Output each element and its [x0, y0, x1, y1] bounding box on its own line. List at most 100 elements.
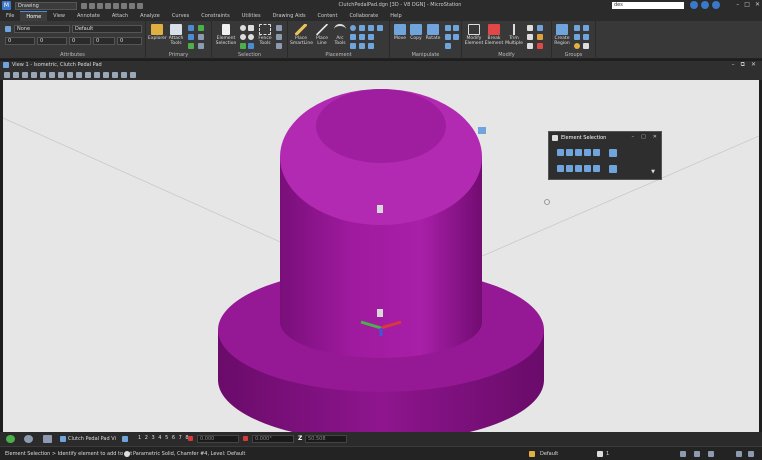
array-icon[interactable]: [445, 34, 451, 40]
fillet-icon[interactable]: [537, 25, 543, 31]
window-area-icon[interactable]: [49, 72, 55, 78]
polygon-icon[interactable]: [368, 25, 374, 31]
group-icon[interactable]: [574, 25, 580, 31]
priority-select[interactable]: 0: [69, 37, 91, 45]
undo-icon[interactable]: [113, 2, 119, 9]
individual-method-icon[interactable]: [557, 149, 564, 156]
shape-icon[interactable]: [359, 34, 365, 40]
expand-dialog-icon[interactable]: ▼: [651, 169, 655, 175]
tab-collaborate[interactable]: Collaborate: [343, 11, 384, 21]
key-icon[interactable]: [694, 451, 700, 457]
properties-icon[interactable]: [198, 34, 204, 40]
clear-mode-icon[interactable]: [593, 165, 600, 172]
extend-icon[interactable]: [527, 25, 533, 31]
tab-help[interactable]: Help: [384, 11, 407, 21]
mirror-icon[interactable]: [453, 25, 459, 31]
select-by-attr-icon[interactable]: [240, 34, 246, 40]
open-file-icon[interactable]: [89, 2, 95, 9]
workflow-select[interactable]: Drawing: [15, 1, 77, 10]
tab-home[interactable]: Home: [20, 11, 48, 21]
cell-icon[interactable]: [574, 34, 580, 40]
print-icon[interactable]: [129, 2, 135, 9]
fence-filter-icon[interactable]: [276, 43, 282, 49]
help-icon[interactable]: [701, 1, 709, 9]
references-icon[interactable]: [188, 25, 194, 31]
drop-element-icon[interactable]: [527, 43, 533, 49]
chamfer-icon[interactable]: [527, 34, 533, 40]
move-button[interactable]: Move: [392, 24, 408, 41]
view-previous-icon[interactable]: [85, 72, 91, 78]
tab-analyze[interactable]: Analyze: [134, 11, 166, 21]
break-element-button[interactable]: Break Element: [484, 24, 504, 46]
point-icon[interactable]: [377, 25, 383, 31]
trim-multiple-button[interactable]: Trim Multiple: [504, 24, 524, 46]
clip-mask-icon[interactable]: [121, 72, 127, 78]
rotate-button[interactable]: Rotate: [424, 24, 442, 41]
place-line-button[interactable]: Place Line: [313, 24, 331, 46]
view-restore-icon[interactable]: ⧉: [741, 61, 745, 69]
z-coordinate-field[interactable]: 50.508: [305, 435, 347, 443]
shape-method-icon[interactable]: [575, 149, 582, 156]
select-all-dialog-icon[interactable]: [609, 149, 617, 157]
circle-method-icon[interactable]: [584, 149, 591, 156]
curve-icon[interactable]: [368, 34, 374, 40]
place-smartline-button[interactable]: Place SmartLine: [290, 24, 313, 46]
copy-view-icon[interactable]: [103, 72, 109, 78]
view-next-icon[interactable]: [94, 72, 100, 78]
subtract-mode-icon[interactable]: [575, 165, 582, 172]
ellipse-icon[interactable]: [350, 34, 356, 40]
element-selection-button[interactable]: Element Selection: [214, 24, 238, 46]
block-icon[interactable]: [359, 25, 365, 31]
connect-icon[interactable]: [690, 1, 698, 9]
view-camera-icon[interactable]: [22, 72, 28, 78]
close-icon[interactable]: ✕: [755, 1, 760, 8]
level-lock-icon[interactable]: [529, 451, 535, 457]
accudraw-icon[interactable]: [6, 435, 15, 443]
pan-view-icon[interactable]: [76, 72, 82, 78]
redo-icon[interactable]: [121, 2, 127, 9]
create-region-button[interactable]: Create Region: [553, 24, 571, 46]
transparency-select[interactable]: 0: [93, 37, 115, 45]
tab-annotate[interactable]: Annotate: [71, 11, 106, 21]
active-model[interactable]: Clutch Pedal Pad Vi: [68, 436, 116, 442]
weight-select[interactable]: 0: [37, 37, 67, 45]
x-coordinate-field[interactable]: 0.000: [197, 435, 239, 443]
scale-icon[interactable]: [445, 25, 451, 31]
tab-drawing-aids[interactable]: Drawing Aids: [267, 11, 312, 21]
status-active-level[interactable]: Default: [540, 451, 558, 457]
handle-marker[interactable]: [377, 309, 383, 317]
delete-icon[interactable]: [537, 43, 543, 49]
view-display-style-icon[interactable]: [13, 72, 19, 78]
text-icon[interactable]: [359, 43, 365, 49]
fence-clear-icon[interactable]: [276, 34, 282, 40]
maximize-icon[interactable]: □: [744, 1, 750, 8]
select-none-icon[interactable]: [248, 25, 254, 31]
new-mode-icon[interactable]: [557, 165, 564, 172]
selection-filter-icon[interactable]: [240, 43, 246, 49]
dimension-icon[interactable]: [368, 43, 374, 49]
models-icon[interactable]: [198, 25, 204, 31]
settings-icon[interactable]: [748, 451, 754, 457]
selection-icon[interactable]: [137, 2, 143, 9]
tab-content[interactable]: Content: [312, 11, 344, 21]
snap-icon[interactable]: [24, 435, 33, 443]
add-mode-icon[interactable]: [566, 165, 573, 172]
view-rotation-icon[interactable]: [130, 72, 136, 78]
lock-icon[interactable]: [574, 43, 580, 49]
level-select[interactable]: None: [14, 25, 70, 33]
tab-file[interactable]: File: [0, 11, 20, 21]
tab-constraints[interactable]: Constraints: [195, 11, 236, 21]
ungroup-icon[interactable]: [583, 25, 589, 31]
level-manager-icon[interactable]: [188, 34, 194, 40]
multiline-icon[interactable]: [350, 43, 356, 49]
flag-icon[interactable]: [708, 451, 714, 457]
invert-mode-icon[interactable]: [584, 165, 591, 172]
angle-field[interactable]: 0.000°: [252, 435, 294, 443]
element-selection-dialog[interactable]: Element Selection – □ ✕ ▼: [548, 131, 662, 180]
invert-selection-icon[interactable]: [248, 34, 254, 40]
display-styles-icon[interactable]: [198, 43, 204, 49]
handle-marker[interactable]: [377, 205, 383, 213]
stretch-icon[interactable]: [445, 43, 451, 49]
color-select[interactable]: 0: [5, 37, 35, 45]
explorer-button[interactable]: Explorer: [148, 24, 167, 41]
